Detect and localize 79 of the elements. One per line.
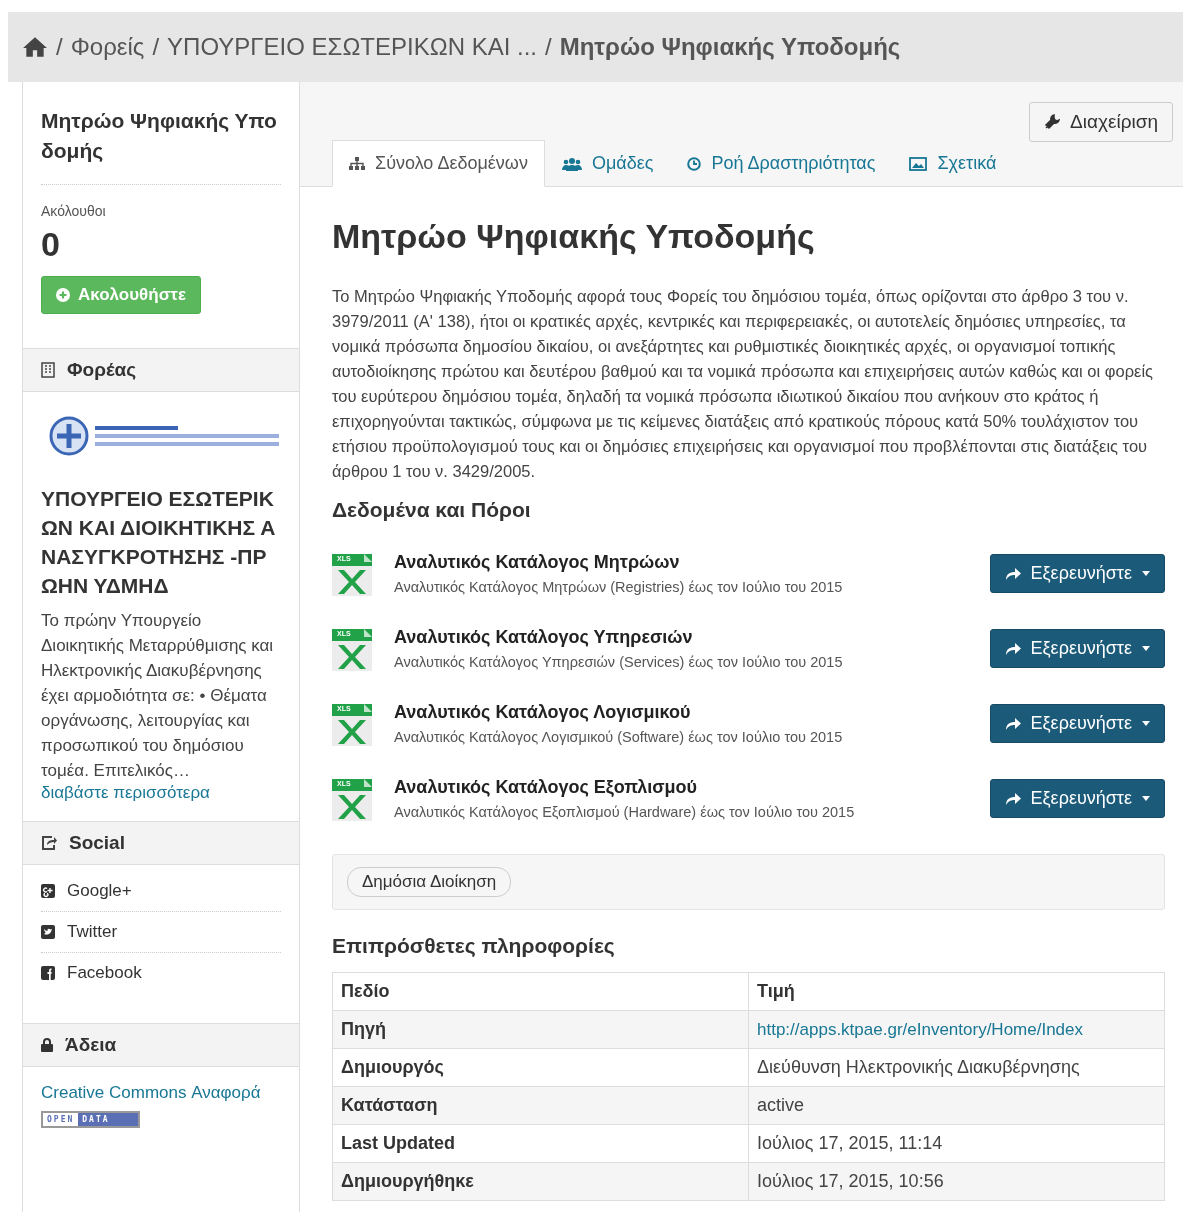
dataset-title: Μητρώο Ψηφιακής Υποδομής <box>332 217 816 256</box>
explore-dropdown-button[interactable]: Εξερευνήστε <box>989 779 1165 818</box>
social-link[interactable]: Google+ <box>41 871 281 912</box>
followers-count: 0 <box>41 225 61 264</box>
lock-icon <box>41 1038 53 1052</box>
followers-label: Ακόλουθοι <box>41 203 107 219</box>
resource-description: Αναλυτικός Κατάλογος Υπηρεσιών (Services) έως τον Ιούλιο του 2015 <box>394 654 844 670</box>
resources-heading: Δεδομένα και Πόροι <box>332 498 532 522</box>
section-heading: Social <box>69 832 125 854</box>
table-cell: Ιούλιος 17, 2015, 11:14 <box>748 1124 1165 1163</box>
resource-title-link[interactable]: Αναλυτικός Κατάλογος Εξοπλισμού <box>394 777 968 798</box>
column-header: Πεδίο <box>332 972 749 1011</box>
plus-circle-icon <box>56 288 70 302</box>
social-link[interactable]: Twitter <box>41 912 281 953</box>
section-heading: Άδεια <box>65 1034 117 1056</box>
tab[interactable]: Ροή Δραστηριότητας <box>670 140 893 187</box>
tab[interactable]: Σχετικά <box>892 140 1014 187</box>
tab[interactable]: Σύνολο Δεδομένων <box>332 140 545 187</box>
resource-description: Αναλυτικός Κατάλογος Μητρώων (Registries) έως τον Ιούλιο του 2015 <box>394 579 844 595</box>
resource-description: Αναλυτικός Κατάλογος Λογισμικού (Software) έως τον Ιούλιο του 2015 <box>394 729 844 745</box>
building-icon <box>41 362 55 378</box>
breadcrumb-link[interactable]: Μητρώο Ψηφιακής Υποδομής <box>559 33 901 61</box>
explore-dropdown-button[interactable]: Εξερευνήστε <box>989 704 1165 743</box>
wrench-icon <box>1044 114 1061 130</box>
breadcrumb-link[interactable]: ΥΠΟΥΡΓΕΙΟ ΕΣΩΤΕΡΙΚΩΝ ΚΑΙ ... <box>167 33 537 61</box>
tab[interactable]: Ομάδες <box>544 140 671 187</box>
organization-description: Το πρώην Υπουργείο Διοικητικής Μεταρρύθμισης και Ηλεκτρονικής Διακυβέρνησης έχει αρμοδιότητα σε: • Θέματα οργάνωσης, λειτουργίας και προσωπικού του δημόσιου τομέα. Επιτελικός… <box>41 610 275 782</box>
spreadsheet-file-icon <box>332 776 372 821</box>
resource-title-link[interactable]: Αναλυτικός Κατάλογος Μητρώων <box>394 552 968 573</box>
share-arrow-icon <box>1004 716 1021 731</box>
table-cell: Διεύθυνση Ηλεκτρονικής Διακυβέρνησης <box>748 1048 1165 1087</box>
field-name-cell: Κατάσταση <box>332 1086 749 1125</box>
breadcrumb-link[interactable]: Φορείς <box>70 33 145 61</box>
share-icon <box>41 836 57 850</box>
resource-title-link[interactable]: Αναλυτικός Κατάλογος Υπηρεσιών <box>394 627 968 648</box>
explore-dropdown-button[interactable]: Εξερευνήστε <box>989 629 1165 668</box>
caret-icon <box>1142 796 1150 801</box>
spreadsheet-file-icon <box>332 701 372 746</box>
clock-icon <box>687 156 702 171</box>
field-name-cell: Δημιουργήθηκε <box>332 1162 749 1201</box>
table-cell: Ιούλιος 17, 2015, 10:56 <box>748 1162 1165 1201</box>
social-link[interactable]: Facebook <box>41 953 281 993</box>
twitter-icon <box>41 925 55 939</box>
field-name-cell: Πηγή <box>332 1010 749 1049</box>
manage-button[interactable]: Διαχείριση <box>1029 102 1173 142</box>
source-link[interactable]: http://apps.ktpae.gr/eInventory/Home/Index <box>757 1020 1084 1039</box>
breadcrumb-separator: / <box>545 33 552 61</box>
google-plus-icon <box>41 884 55 898</box>
home-icon[interactable] <box>22 36 48 58</box>
share-arrow-icon <box>1004 566 1021 581</box>
field-name-cell: Last Updated <box>332 1124 749 1163</box>
explore-dropdown-button[interactable]: Εξερευνήστε <box>989 554 1165 593</box>
open-data-badge: OPEN DATA <box>41 1111 140 1128</box>
organization-name: ΥΠΟΥΡΓΕΙΟ ΕΣΩΤΕΡΙΚΩΝ ΚΑΙ ΔΙΟΙΚΗΤΙΚΗΣ ΑΝΑΣΥΓΚΡΟΤΗΣΗΣ -ΠΡΩΗΝ ΥΔΜΗΔ <box>41 486 277 599</box>
column-header: Τιμή <box>748 972 1165 1011</box>
breadcrumb-separator: / <box>56 33 63 61</box>
sitemap-icon <box>349 156 365 171</box>
spreadsheet-file-icon <box>332 626 372 671</box>
sidebar-title: Μητρώο Ψηφιακής Υποδομής <box>41 108 278 164</box>
tag-link[interactable]: Δημόσια Διοίκηση <box>347 867 512 897</box>
caret-icon <box>1142 721 1150 726</box>
caret-icon <box>1142 571 1150 576</box>
resource-title-link[interactable]: Αναλυτικός Κατάλογος Λογισμικού <box>394 702 968 723</box>
table-cell: active <box>748 1086 1165 1125</box>
spreadsheet-file-icon <box>332 551 372 596</box>
facebook-icon <box>41 966 55 980</box>
users-icon <box>561 156 582 171</box>
image-icon <box>909 156 928 171</box>
dataset-description: Το Μητρώο Ψηφιακής Υποδομής αφορά τους Φορείς του δημόσιου τομέα, όπως ορίζονται στο άρθρο 3 του ν. 3979/2011 (Α' 138), ήτοι οι κρατικές αρχές, κεντρικές και περιφερειακές, οι αυτοτελείς δημόσιες υπηρεσίες, τα νομικά πρόσωπα δημοσίου δικαίου, οι ανεξάρτητες και ρυθμιστικές διοικητικές αρχές, οι οργανισμοί τοπικής αυτοδιοίκησης πρώτου και δευτέρου βαθμού και τα νομικά πρόσωπα και επιχειρήσεις αυτών καθώς και οι φορείς του ευρύτερου δημόσιου τομέα, δηλαδή τα νομικά πρόσωπα ιδιωτικού δικαίου που ανήκουν στο κράτος ή επιχορηγούνται τακτικώς, σύμφωνα με τις κείμενες διατάξεις από κρατικούς πόρους κατά 50% τουλάχιστον του ετήσιου προϋπολογισμού τους και οι δημόσιες επιχειρήσεις και οργανισμοί που προβλέπονται στις διατάξεις του άρθρου 1 του ν. 3429/2005. <box>332 286 1154 482</box>
resource-description: Αναλυτικός Κατάλογος Εξοπλισμού (Hardware) έως τον Ιούλιο του 2015 <box>394 804 856 820</box>
share-arrow-icon <box>1004 791 1021 806</box>
field-name-cell: Δημιουργός <box>332 1048 749 1087</box>
license-link[interactable]: Creative Commons Αναφορά <box>41 1083 261 1102</box>
share-arrow-icon <box>1004 641 1021 656</box>
caret-icon <box>1142 646 1150 651</box>
breadcrumb-separator: / <box>152 33 160 61</box>
additional-info-heading: Επιπρόσθετες πληροφορίες <box>332 934 616 958</box>
read-more-link[interactable]: διαβάστε περισσότερα <box>41 783 210 802</box>
section-heading: Φορέας <box>67 359 137 381</box>
